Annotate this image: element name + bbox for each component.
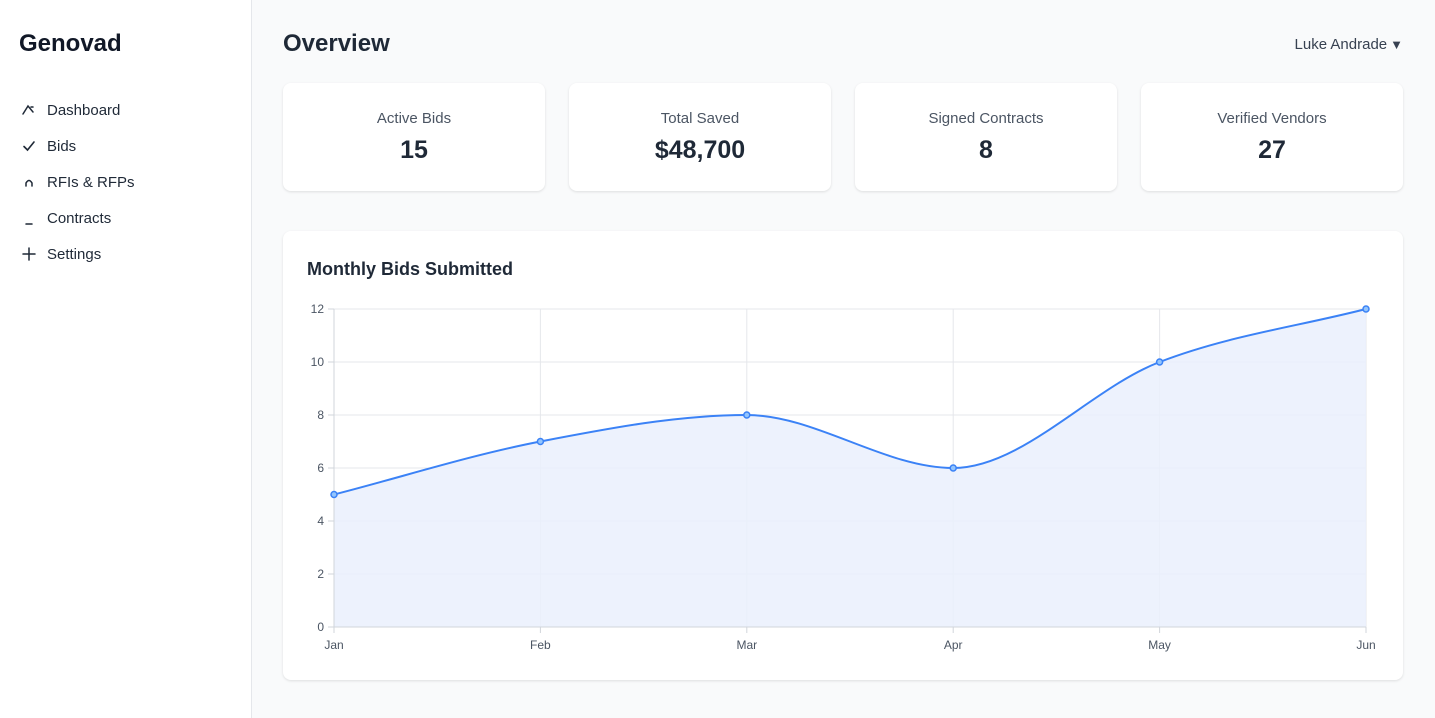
plus-icon <box>19 244 39 264</box>
y-tick-label: 12 <box>311 302 325 316</box>
data-point <box>1155 358 1164 366</box>
main-content: Overview Luke Andrade ▼ Active Bids 15 T… <box>252 0 1435 718</box>
data-point <box>949 464 957 472</box>
sidebar-item-bids[interactable]: Bids <box>19 128 135 164</box>
y-tick-label: 8 <box>317 408 324 422</box>
chart-card: Monthly Bids Submitted 0 2 4 6 8 10 12 Jan Feb Ma… <box>283 231 1403 680</box>
sidebar-item-label: Settings <box>47 245 102 263</box>
check-icon <box>19 136 39 156</box>
stat-label: Active Bids <box>376 110 452 127</box>
x-tick-label: Feb <box>530 638 551 652</box>
sidebar-item-settings[interactable]: Settings <box>19 236 135 272</box>
page-title: Overview <box>283 30 390 57</box>
x-tick-label: Apr <box>944 638 963 652</box>
user-menu[interactable]: Luke Andrade ▼ <box>1295 36 1403 53</box>
x-tick-label: Jun <box>1356 638 1375 652</box>
x-tick-label: Jan <box>324 638 343 652</box>
sidebar: Genovad Dashboard Bids RFIs & RFPs Contr… <box>0 0 252 718</box>
y-tick-label: 6 <box>317 461 324 475</box>
stat-value: 8 <box>979 136 993 164</box>
stat-card-signed-contracts: Signed Contracts 8 <box>855 83 1117 191</box>
user-name: Luke Andrade <box>1294 36 1388 53</box>
dashboard-icon <box>19 100 39 120</box>
data-point <box>330 490 338 499</box>
sidebar-nav: Dashboard Bids RFIs & RFPs Contracts Set… <box>19 92 135 272</box>
x-tick-label: May <box>1148 638 1171 652</box>
y-tick-label: 2 <box>317 567 324 581</box>
brand-logo[interactable]: Genovad <box>19 30 122 58</box>
sidebar-item-label: Bids <box>47 137 77 155</box>
underscore-icon <box>19 208 39 228</box>
sidebar-item-rfis-rfps[interactable]: RFIs & RFPs <box>19 164 135 200</box>
stat-card-total-saved: Total Saved $48,700 <box>569 83 831 191</box>
stat-label: Verified Vendors <box>1217 110 1327 127</box>
stat-label: Signed Contracts <box>928 110 1044 127</box>
area-fill <box>334 309 1366 627</box>
stat-label: Total Saved <box>660 110 740 127</box>
data-point <box>1362 305 1370 313</box>
stat-card-verified-vendors: Verified Vendors 27 <box>1141 83 1403 191</box>
stat-card-active-bids: Active Bids 15 <box>283 83 545 191</box>
monthly-bids-chart: 0 2 4 6 8 10 12 Jan Feb Mar Apr May Jun <box>311 302 1376 652</box>
stat-value: 27 <box>1258 136 1286 164</box>
data-point <box>536 437 545 446</box>
arch-icon <box>19 172 39 192</box>
x-tick-label: Mar <box>736 638 757 652</box>
sidebar-item-label: Contracts <box>47 209 112 227</box>
data-point <box>743 411 751 419</box>
sidebar-item-dashboard[interactable]: Dashboard <box>19 92 135 128</box>
y-tick-label: 4 <box>317 514 324 528</box>
chevron-down-icon: ▼ <box>1390 37 1403 52</box>
sidebar-item-label: RFIs & RFPs <box>47 173 135 191</box>
stat-value: $48,700 <box>654 136 746 164</box>
y-tick-label: 10 <box>311 355 325 369</box>
sidebar-item-label: Dashboard <box>47 101 121 119</box>
y-tick-label: 0 <box>317 620 324 634</box>
stat-value: 15 <box>400 136 428 164</box>
sidebar-item-contracts[interactable]: Contracts <box>19 200 135 236</box>
